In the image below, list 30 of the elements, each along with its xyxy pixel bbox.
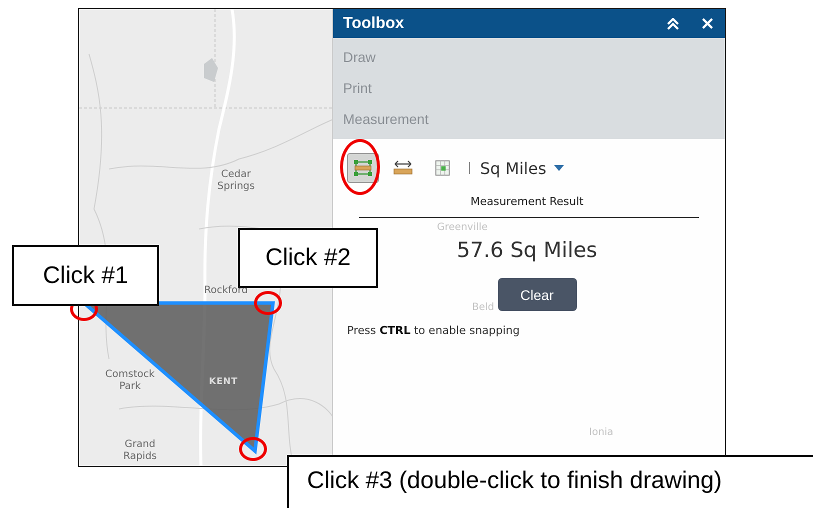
close-icon[interactable]	[702, 18, 713, 29]
place-label: Comstock Park	[104, 369, 156, 393]
collapse-icon[interactable]	[666, 18, 680, 30]
ruler-area-icon	[353, 159, 373, 177]
highlight-circle	[239, 437, 267, 461]
highlight-circle	[340, 139, 380, 195]
place-label: Ionia	[589, 427, 614, 439]
panel-title: Toolbox	[343, 14, 404, 32]
callout-label: Click #1	[12, 245, 159, 306]
callout-label: Click #2	[238, 228, 378, 288]
snapping-hint: Press CTRL to enable snapping	[347, 324, 521, 337]
callout-label: Click #3 (double-click to finish drawing)	[287, 455, 813, 508]
place-label: Beld	[472, 302, 494, 314]
caret-icon	[554, 165, 564, 171]
place-label: Cedar Springs	[216, 169, 256, 193]
result-heading: Measurement Result	[469, 195, 584, 208]
menu-item[interactable]: Print	[343, 73, 715, 104]
ruler-arrows-icon	[393, 159, 413, 177]
highlight-circle	[254, 291, 282, 315]
lake-shape	[204, 58, 218, 82]
place-label: Grand Rapids	[122, 439, 158, 463]
menu-item[interactable]: Measurement	[343, 104, 715, 135]
unit-dropdown[interactable]: Sq Miles	[480, 158, 564, 178]
clear-button[interactable]: Clear	[498, 278, 576, 311]
result-value: 57.6 Sq Miles	[456, 238, 598, 262]
place-label: Rockford	[203, 285, 249, 297]
place-label: Greenville	[437, 222, 488, 234]
grid-icon	[434, 159, 452, 177]
menu-item[interactable]: Draw	[343, 42, 715, 73]
county-label: KENT	[209, 377, 238, 387]
